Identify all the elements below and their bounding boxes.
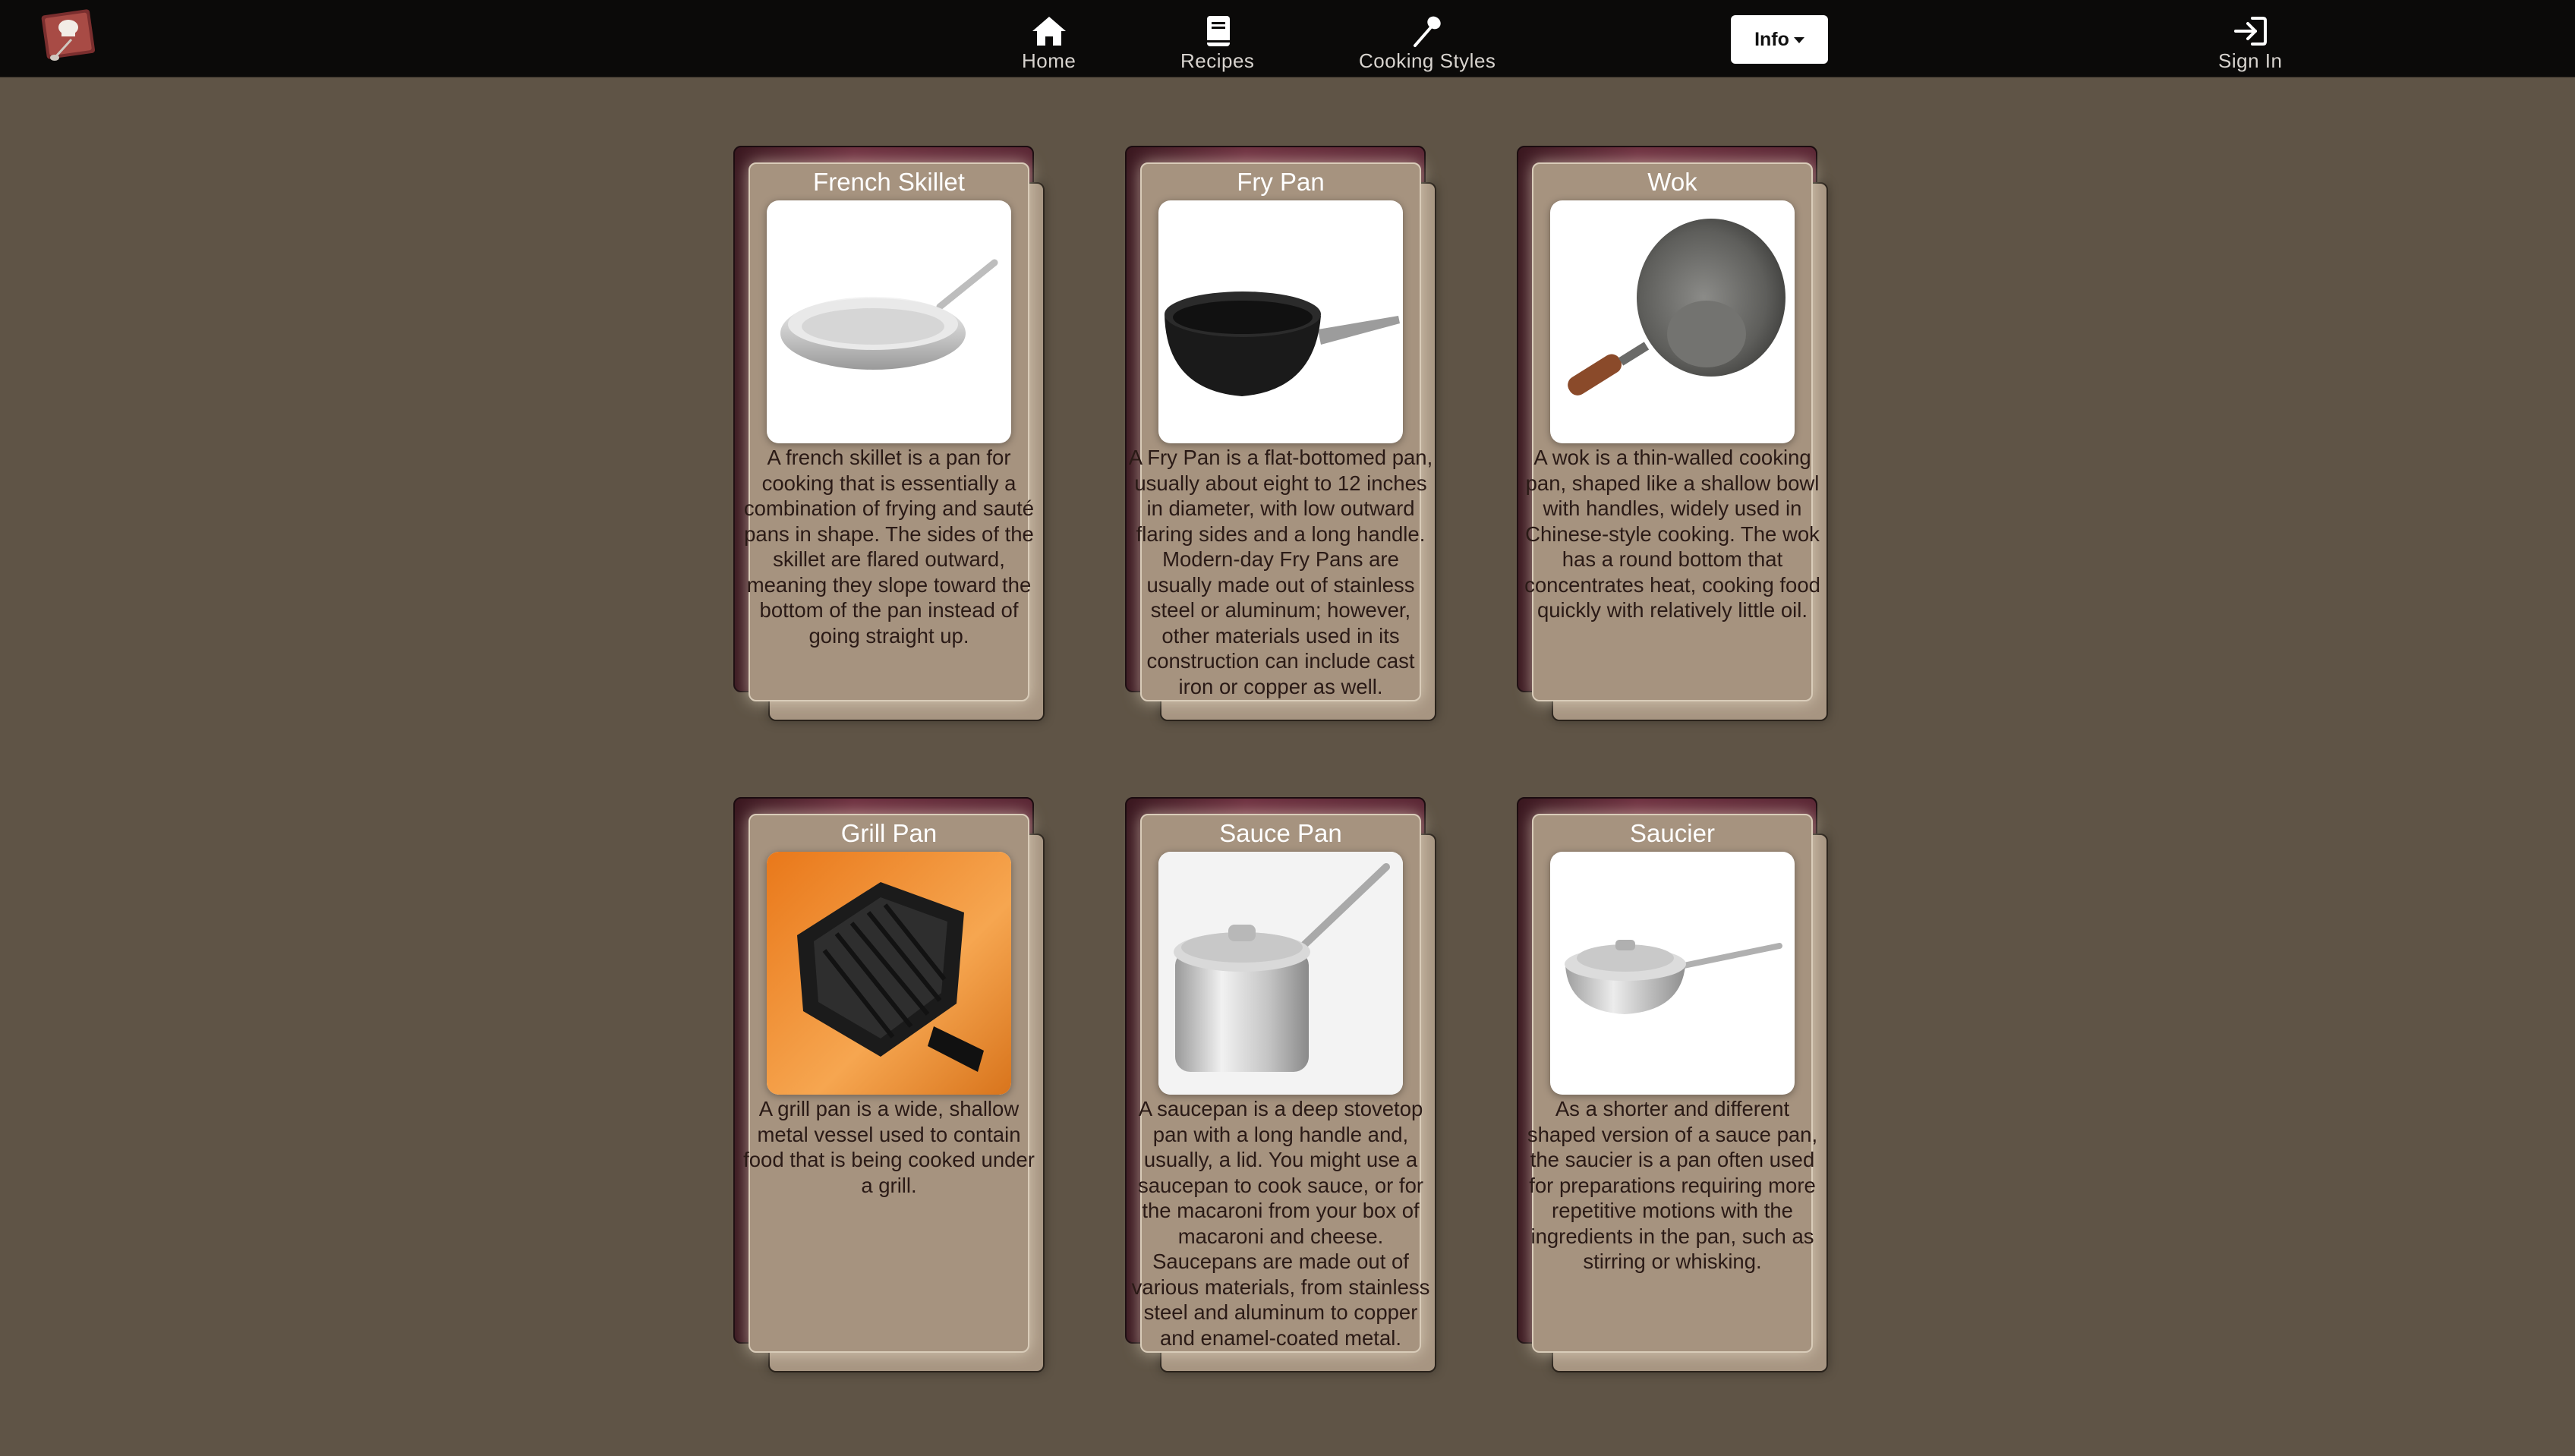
card-front: French Skillet A french skillet is a pan… <box>744 162 1034 701</box>
nav-recipes[interactable]: Recipes <box>1180 14 1254 73</box>
french-skillet-photo <box>767 200 1011 443</box>
card-description: A saucepan is a deep stovetop pan with a… <box>1131 1097 1430 1350</box>
nav-sign-in[interactable]: Sign In <box>2218 14 2282 73</box>
nav-home[interactable]: Home <box>1022 14 1076 73</box>
cookware-card-grill-pan[interactable]: Grill Pan A grill pan is a wide, shallow… <box>733 797 1067 1374</box>
card-title: Grill Pan <box>840 819 938 847</box>
card-title: French Skillet <box>813 168 965 196</box>
spoon-icon <box>1407 14 1447 48</box>
nav-home-label: Home <box>1022 49 1076 72</box>
wok-photo <box>1550 200 1795 443</box>
nav-cooking-styles-label: Cooking Styles <box>1359 49 1496 72</box>
card-title: Fry Pan <box>1237 168 1325 196</box>
nav-sign-in-label: Sign In <box>2218 49 2283 72</box>
card-front: Wok A wok is a thin-walled cooking pan, … <box>1524 162 1820 701</box>
nav-cooking-styles[interactable]: Cooking Styles <box>1359 14 1496 73</box>
fry-pan-photo <box>1158 200 1403 443</box>
nav-recipes-label: Recipes <box>1180 49 1255 72</box>
info-button-label: Info <box>1754 28 1789 50</box>
home-icon <box>1029 14 1069 48</box>
cookware-card-wok[interactable]: Wok A wok is a thin-walled cooking pan, … <box>1517 146 1851 723</box>
grill-pan-photo <box>767 852 1011 1095</box>
card-description: A grill pan is a wide, shallow metal ves… <box>743 1097 1035 1197</box>
top-navbar: Home Recipes Cooking Styles Info Sign In <box>0 0 2575 77</box>
sauce-pan-photo <box>1158 852 1403 1095</box>
book-icon <box>1198 14 1237 48</box>
cookware-card-fry-pan[interactable]: Fry Pan A Fry Pan is a flat-bottomed pan… <box>1125 146 1459 723</box>
card-description: A french skillet is a pan for cooking th… <box>743 446 1035 648</box>
card-title: Wok <box>1647 168 1697 196</box>
cookware-card-saucier[interactable]: Saucier As a shorter and different shape… <box>1517 797 1851 1374</box>
card-title: Sauce Pan <box>1219 819 1342 847</box>
sign-in-icon <box>2230 14 2270 48</box>
card-description: A wok is a thin-walled cooking pan, shap… <box>1524 446 1820 622</box>
cookware-card-sauce-pan[interactable]: Sauce Pan A saucepan is a deep stovetop … <box>1125 797 1459 1374</box>
card-front: Sauce Pan A saucepan is a deep stovetop … <box>1132 814 1429 1353</box>
card-title: Saucier <box>1630 819 1715 847</box>
card-description: As a shorter and different shaped versio… <box>1527 1097 1818 1273</box>
caret-down-icon <box>1793 37 1804 43</box>
card-front: Saucier As a shorter and different shape… <box>1527 814 1817 1353</box>
card-front: Fry Pan A Fry Pan is a flat-bottomed pan… <box>1129 162 1432 701</box>
info-dropdown-button[interactable]: Info <box>1731 15 1828 64</box>
saucier-photo <box>1550 852 1795 1095</box>
cookware-card-french-skillet[interactable]: French Skillet A french skillet is a pan… <box>733 146 1067 723</box>
card-front: Grill Pan A grill pan is a wide, shallow… <box>743 814 1035 1353</box>
chef-hat-book-logo[interactable] <box>38 8 97 62</box>
card-description: A Fry Pan is a flat-bottomed pan, usuall… <box>1128 446 1433 698</box>
